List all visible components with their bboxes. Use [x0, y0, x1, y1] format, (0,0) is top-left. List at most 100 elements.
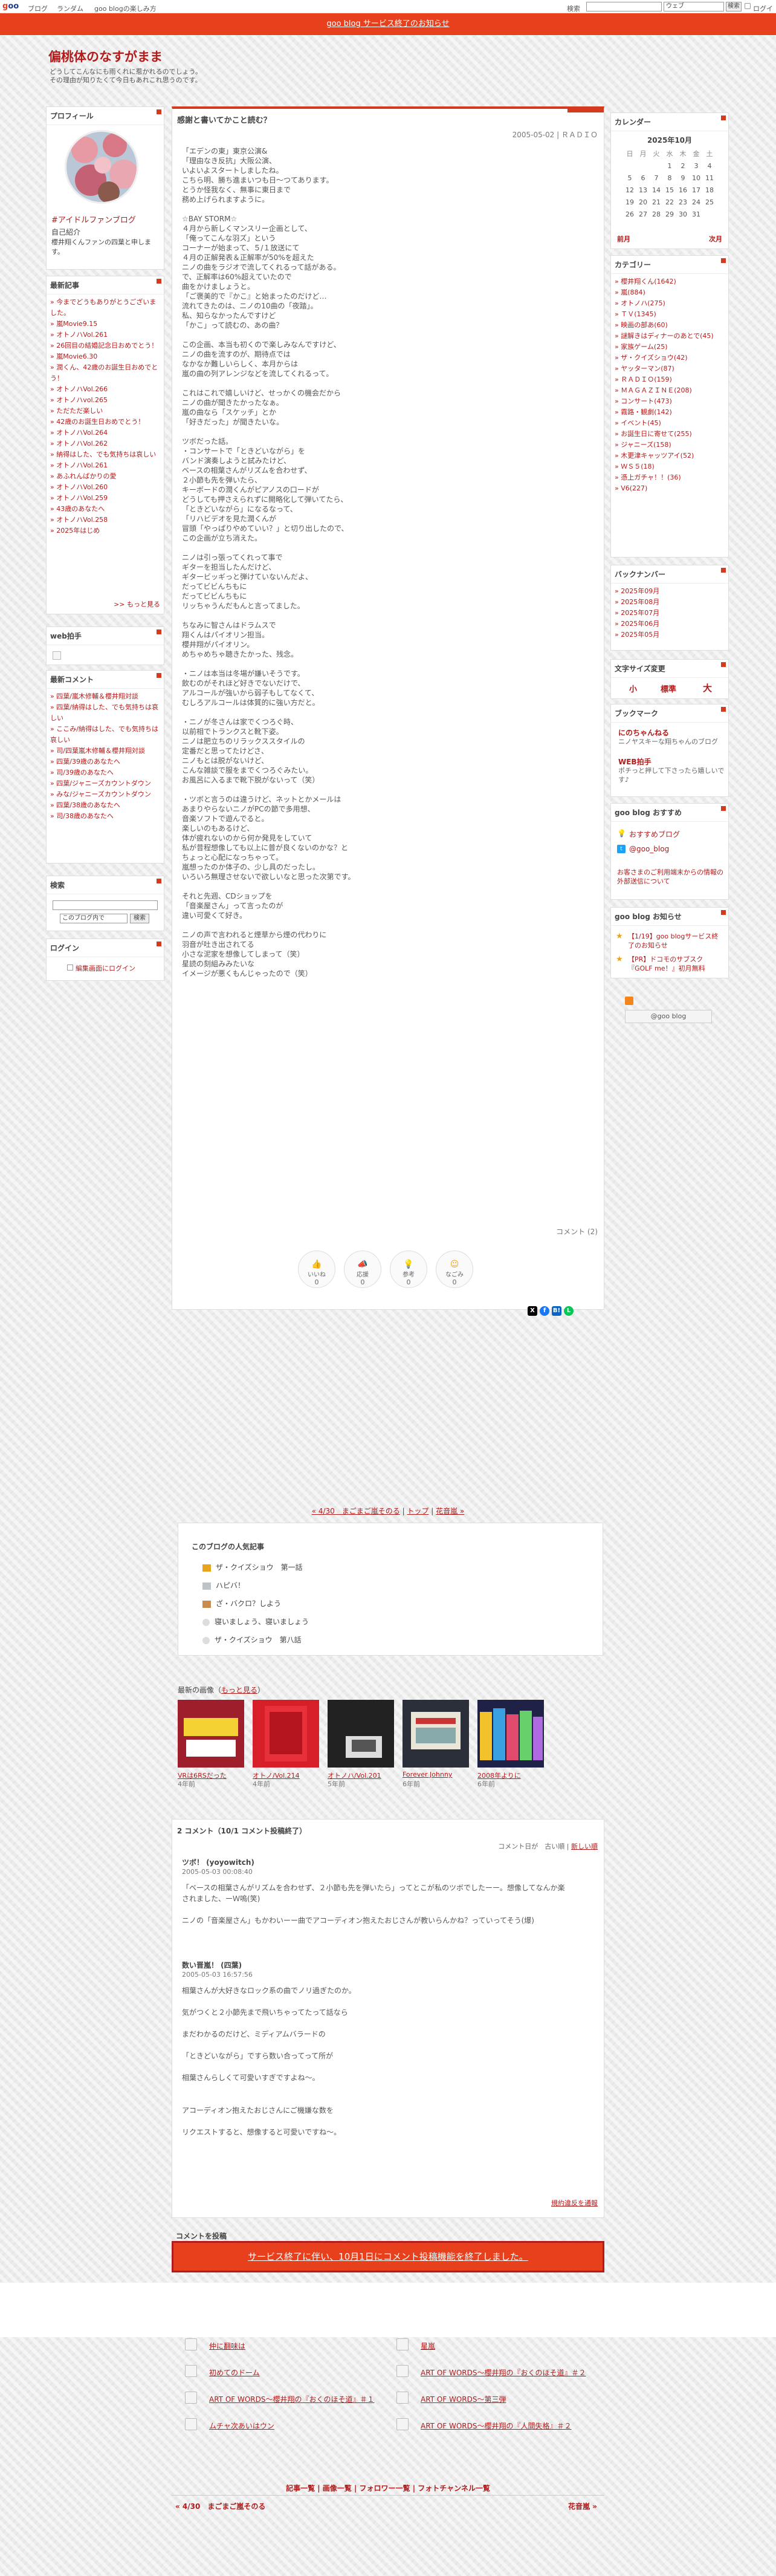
recent-post-link-20[interactable]: 2025年はじめ — [50, 525, 160, 536]
category-link-18[interactable]: ＷＳ５(18) — [615, 461, 725, 472]
recent-posts-more-link[interactable]: >> もっと見る — [114, 599, 160, 609]
photo-thumb-4[interactable] — [403, 1700, 469, 1768]
category-link-19[interactable]: 憑上ガチャ！！(36) — [615, 472, 725, 483]
recommend-blog-link[interactable]: おすすめブログ — [629, 829, 680, 839]
recent-comment-link-7[interactable]: 四葉/ジャニーズカウントダウン — [50, 778, 160, 789]
goo-blog-twitter-link[interactable]: @goo_blog — [629, 845, 669, 853]
category-link-9[interactable]: ヤッターマン(87) — [615, 363, 725, 374]
search-scope-select[interactable]: ウェブ — [664, 2, 724, 11]
category-link-20[interactable]: V6(227) — [615, 483, 725, 494]
category-link-16[interactable]: ジャニーズ(158) — [615, 440, 725, 450]
recent-post-link-16[interactable]: オトノハVol.260 — [50, 482, 160, 493]
category-link-4[interactable]: ＴＶ(1345) — [615, 309, 725, 320]
sort-old-button[interactable]: 古い順 — [545, 1843, 564, 1850]
font-size-large-button[interactable]: 大 — [703, 681, 712, 694]
share-facebook-icon[interactable]: f — [540, 1306, 549, 1316]
related-post-3[interactable]: 初めてのドーム — [209, 2367, 260, 2378]
photo-thumb-2[interactable] — [253, 1700, 319, 1768]
topbar-link-random[interactable]: ランダム — [57, 4, 83, 13]
recent-post-link-6[interactable]: 潤くん、42歳のお誕生日おめでとう！ — [50, 362, 160, 384]
recent-post-link-14[interactable]: オトノハVol.261 — [50, 460, 160, 471]
recent-comment-link-8[interactable]: みな/ジャニーズカウントダウン — [50, 789, 160, 800]
recent-post-link-4[interactable]: 26回目の結婚記念日おめでとう！ — [50, 340, 160, 351]
footer-prev-link[interactable]: « 4/30 まごまご嵐そのる — [175, 2501, 265, 2511]
footer-links[interactable]: 記事一覧 | 画像一覧 | フォロワー一覧 | フォトチャンネル一覧 — [172, 2483, 604, 2493]
popular-item-5-label[interactable]: ザ・クイズショウ 第八話 — [215, 1636, 302, 1644]
category-link-12[interactable]: コンサート(473) — [615, 396, 725, 407]
goo-logo[interactable]: goo — [2, 2, 19, 11]
login-icon[interactable] — [745, 3, 751, 9]
reaction-cheer-button[interactable]: 📣 応援 0 — [344, 1251, 381, 1288]
recent-comment-link-5[interactable]: 四葉/39歳のあなたへ — [50, 756, 160, 767]
popular-item-4-label[interactable]: 寝いましょう、寝いましょう — [215, 1618, 309, 1626]
photo-caption-4[interactable]: Forever Johnny — [403, 1771, 452, 1778]
category-link-5[interactable]: 映画の部あ(60) — [615, 320, 725, 331]
category-link-8[interactable]: ザ・クイズショウ(42) — [615, 353, 725, 363]
recent-comment-link-10[interactable]: 司/38歳のあなたへ — [50, 811, 160, 822]
pager-prev-link[interactable]: « 4/30 まごまご嵐そのる — [312, 1507, 400, 1515]
category-link-13[interactable]: 霧路・観劇(142) — [615, 407, 725, 418]
avatar[interactable] — [65, 130, 138, 204]
font-size-medium-button[interactable]: 標準 — [661, 683, 676, 694]
recent-post-link-5[interactable]: 嵐Movie6.30 — [50, 351, 160, 362]
popular-item-1-label[interactable]: ザ・クイズショウ 第一話 — [216, 1563, 303, 1572]
calendar-prev-month[interactable]: 前月 — [617, 234, 630, 244]
web-clap-icon[interactable] — [53, 651, 61, 660]
related-post-1[interactable]: 仲に翻味は — [209, 2341, 245, 2351]
recent-post-link-7[interactable]: オトノハVol.266 — [50, 384, 160, 395]
edit-login-link[interactable]: 編集画面にログイン — [76, 963, 135, 973]
recent-post-link-15[interactable]: あふれんばかりの愛 — [50, 471, 160, 482]
profile-tag-link[interactable]: #アイドルファンブログ — [51, 213, 136, 225]
popular-item-1[interactable]: ザ・クイズショウ 第一話 — [202, 1562, 303, 1572]
report-violation-link[interactable]: 規約違反を通報 — [551, 2198, 598, 2208]
recent-post-link-2[interactable]: 嵐Movie9.15 — [50, 319, 160, 330]
category-link-11[interactable]: ＭＡＧＡＺＩＮＥ(208) — [615, 385, 725, 396]
recent-post-link-8[interactable]: オトノハvol.265 — [50, 395, 160, 406]
goo-blog-badge[interactable]: @goo blog — [625, 1010, 712, 1023]
bookmark-link-1[interactable]: にのちゃんねる — [618, 727, 669, 738]
recent-post-link-17[interactable]: オトノハVol.259 — [50, 493, 160, 504]
news-link-1[interactable]: 【1/19】goo blogサービス終了のお知らせ — [628, 932, 725, 950]
popular-item-3-label[interactable]: ざ・バクロ？しよう — [216, 1599, 281, 1608]
pager-next-link[interactable]: 花音嵐 » — [436, 1507, 464, 1515]
popular-item-2-label[interactable]: ハピバ！ — [216, 1581, 245, 1590]
comment-closed-button[interactable]: サービス終了に伴い、10月1日にコメント投稿機能を終了しました。 — [172, 2241, 604, 2272]
photo-thumb-5[interactable] — [477, 1700, 544, 1768]
recent-post-link-9[interactable]: ただただ楽しい — [50, 406, 160, 417]
recent-post-link-11[interactable]: オトノハVol.264 — [50, 428, 160, 438]
font-size-small-button[interactable]: 小 — [629, 683, 637, 694]
category-link-15[interactable]: お誕生日に寄せて(255) — [615, 429, 725, 440]
related-post-6[interactable]: ART OF WORDS～第三弾 — [421, 2394, 506, 2404]
category-link-17[interactable]: 木更津キャッツアイ(52) — [615, 450, 725, 461]
backnumber-link-2[interactable]: 2025年08月 — [615, 597, 725, 608]
notice-text[interactable]: goo blog サービス終了のお知らせ — [326, 19, 449, 28]
category-link-7[interactable]: 家族ゲーム(25) — [615, 342, 725, 353]
related-post-7[interactable]: ムチャ次あいはウン — [209, 2421, 274, 2431]
share-line-icon[interactable]: L — [564, 1306, 574, 1316]
backnumber-link-4[interactable]: 2025年06月 — [615, 619, 725, 629]
recent-comment-link-2[interactable]: 四葉/納得はした、でも気持ちは哀しい — [50, 702, 160, 724]
category-link-14[interactable]: イベント(45) — [615, 418, 725, 429]
service-end-notice[interactable]: goo blog サービス終了のお知らせ — [0, 13, 776, 35]
recent-post-link-10[interactable]: 42歳のお誕生日おめでとう！ — [50, 417, 160, 428]
backnumber-link-5[interactable]: 2025年05月 — [615, 629, 725, 640]
reaction-like-button[interactable]: 👍 いいね 0 — [298, 1251, 335, 1288]
popular-item-4[interactable]: 寝いましょう、寝いましょう — [202, 1616, 309, 1627]
related-post-2[interactable]: 星嵐 — [421, 2341, 435, 2351]
recent-post-link-19[interactable]: オトノハVol.258 — [50, 515, 160, 525]
recent-comment-link-6[interactable]: 司/39歳のあなたへ — [50, 767, 160, 778]
category-link-6[interactable]: 謎解きはディナーのあとで(45) — [615, 331, 725, 342]
recent-post-link-1[interactable]: 今までどうもありがとうございました。 — [50, 297, 160, 319]
post-comment-count-link[interactable]: コメント (2) — [556, 1226, 598, 1237]
popular-item-3[interactable]: ざ・バクロ？しよう — [202, 1598, 281, 1608]
blog-title[interactable]: 偏桃体のなすがまま — [48, 47, 163, 65]
category-link-10[interactable]: ＲＡＤＩＯ(159) — [615, 374, 725, 385]
recent-comment-link-3[interactable]: ここみ/納得はした、でも気持ちは哀しい — [50, 724, 160, 746]
popular-item-2[interactable]: ハピバ！ — [202, 1580, 245, 1590]
post-date-category[interactable]: 2005-05-02 | ＲＡＤＩＯ — [512, 129, 598, 140]
category-link-3[interactable]: オトノハ(275) — [615, 298, 725, 309]
footer-next-link[interactable]: 花音嵐 » — [568, 2501, 597, 2511]
related-post-5[interactable]: ART OF WORDS～櫻井翔の『おくのほそ道』＃１ — [209, 2394, 375, 2404]
blog-search-button[interactable]: 検索 — [130, 914, 149, 923]
recent-post-link-3[interactable]: オトノハVol.261 — [50, 330, 160, 340]
